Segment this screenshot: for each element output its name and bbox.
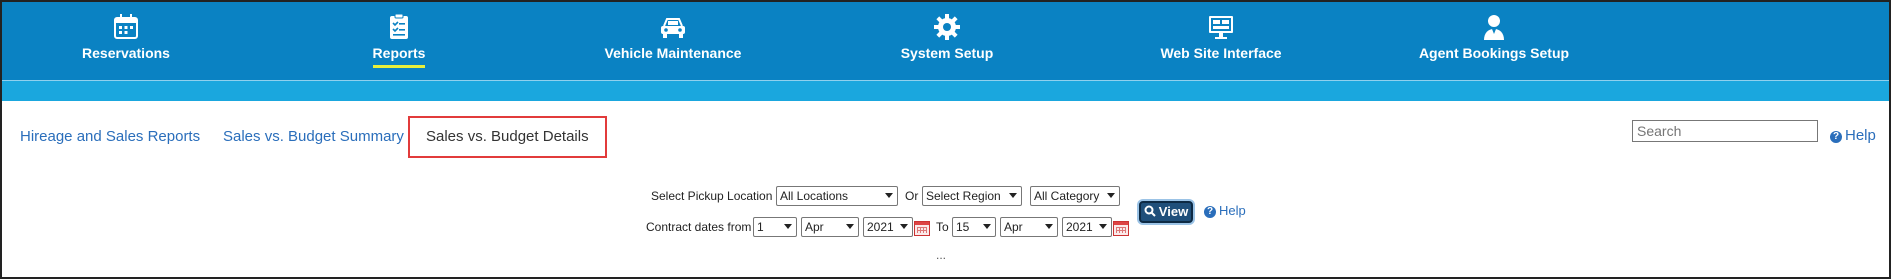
tab-sales-vs-budget-summary[interactable]: Sales vs. Budget Summary: [223, 128, 404, 145]
to-day-value: 15: [956, 220, 970, 234]
to-month-select[interactable]: Apr: [1000, 217, 1058, 237]
chevron-down-icon: [784, 224, 792, 229]
form-help-label: Help: [1219, 203, 1246, 218]
from-month-value: Apr: [805, 220, 824, 234]
help-link[interactable]: ? Help: [1830, 127, 1876, 144]
nav-label: Reservations: [82, 45, 170, 61]
to-month-value: Apr: [1004, 220, 1023, 234]
search-input[interactable]: [1632, 120, 1818, 142]
gear-icon: [847, 12, 1047, 44]
loading-ellipsis: ...: [936, 248, 947, 262]
nav-item-reports[interactable]: Reports: [299, 12, 499, 68]
car-icon: [573, 12, 773, 44]
question-circle-icon: ?: [1204, 206, 1216, 218]
chevron-down-icon: [1045, 224, 1053, 229]
chevron-down-icon: [846, 224, 854, 229]
chevron-down-icon: [1107, 193, 1115, 198]
category-select[interactable]: All Category: [1030, 186, 1120, 206]
contract-dates-label: Contract dates from: [646, 220, 752, 234]
from-year-select[interactable]: 2021: [863, 217, 913, 237]
from-month-select[interactable]: Apr: [801, 217, 859, 237]
view-button[interactable]: View: [1139, 201, 1193, 223]
pickup-location-label: Select Pickup Location: [651, 189, 773, 203]
top-navigation: Reservations Reports Vehicle Maintenance…: [2, 2, 1889, 80]
help-label: Help: [1845, 127, 1876, 144]
chevron-down-icon: [900, 224, 908, 229]
clipboard-checklist-icon: [299, 12, 499, 44]
view-label: View: [1158, 204, 1189, 219]
question-circle-icon: ?: [1830, 131, 1842, 143]
to-day-select[interactable]: 15: [952, 217, 996, 237]
nav-item-system-setup[interactable]: System Setup: [847, 12, 1047, 65]
nav-item-vehicle-maintenance[interactable]: Vehicle Maintenance: [573, 12, 773, 65]
report-tabs: Hireage and Sales Reports Sales vs. Budg…: [2, 114, 1889, 160]
nav-item-reservations[interactable]: Reservations: [26, 12, 226, 65]
to-calendar-icon[interactable]: [1113, 221, 1129, 236]
chevron-down-icon: [983, 224, 991, 229]
to-year-select[interactable]: 2021: [1062, 217, 1112, 237]
nav-item-web-site-interface[interactable]: Web Site Interface: [1121, 12, 1321, 65]
nav-item-agent-bookings-setup[interactable]: Agent Bookings Setup: [1394, 12, 1594, 65]
chevron-down-icon: [1009, 193, 1017, 198]
chevron-down-icon: [1099, 224, 1107, 229]
tab-sales-vs-budget-details[interactable]: Sales vs. Budget Details: [408, 116, 607, 158]
or-label: Or: [905, 189, 919, 203]
from-day-value: 1: [757, 220, 764, 234]
report-filter-form: Select Pickup Location All Locations Or …: [2, 182, 1889, 272]
pickup-location-select[interactable]: All Locations: [776, 186, 898, 206]
monitor-icon: [1121, 12, 1321, 44]
from-calendar-icon[interactable]: [914, 221, 930, 236]
nav-label: System Setup: [900, 45, 994, 61]
from-day-select[interactable]: 1: [753, 217, 797, 237]
app-window: Reservations Reports Vehicle Maintenance…: [0, 0, 1891, 279]
tab-hireage-and-sales-reports[interactable]: Hireage and Sales Reports: [20, 128, 200, 145]
search-icon: [1144, 205, 1156, 217]
accent-bar: [2, 80, 1889, 101]
region-select[interactable]: Select Region: [922, 186, 1022, 206]
nav-label: Web Site Interface: [1160, 45, 1282, 61]
form-help-link[interactable]: ? Help: [1204, 203, 1246, 218]
calendar-icon: [26, 12, 226, 44]
chevron-down-icon: [885, 193, 893, 198]
nav-label: Vehicle Maintenance: [604, 45, 742, 61]
agent-user-icon: [1394, 12, 1594, 44]
to-label: To: [936, 220, 949, 234]
region-value: Select Region: [926, 189, 1001, 203]
to-year-value: 2021: [1066, 220, 1093, 234]
from-year-value: 2021: [867, 220, 894, 234]
nav-label: Reports: [372, 44, 426, 68]
pickup-location-value: All Locations: [780, 189, 849, 203]
category-value: All Category: [1034, 189, 1100, 203]
nav-label: Agent Bookings Setup: [1418, 45, 1570, 61]
